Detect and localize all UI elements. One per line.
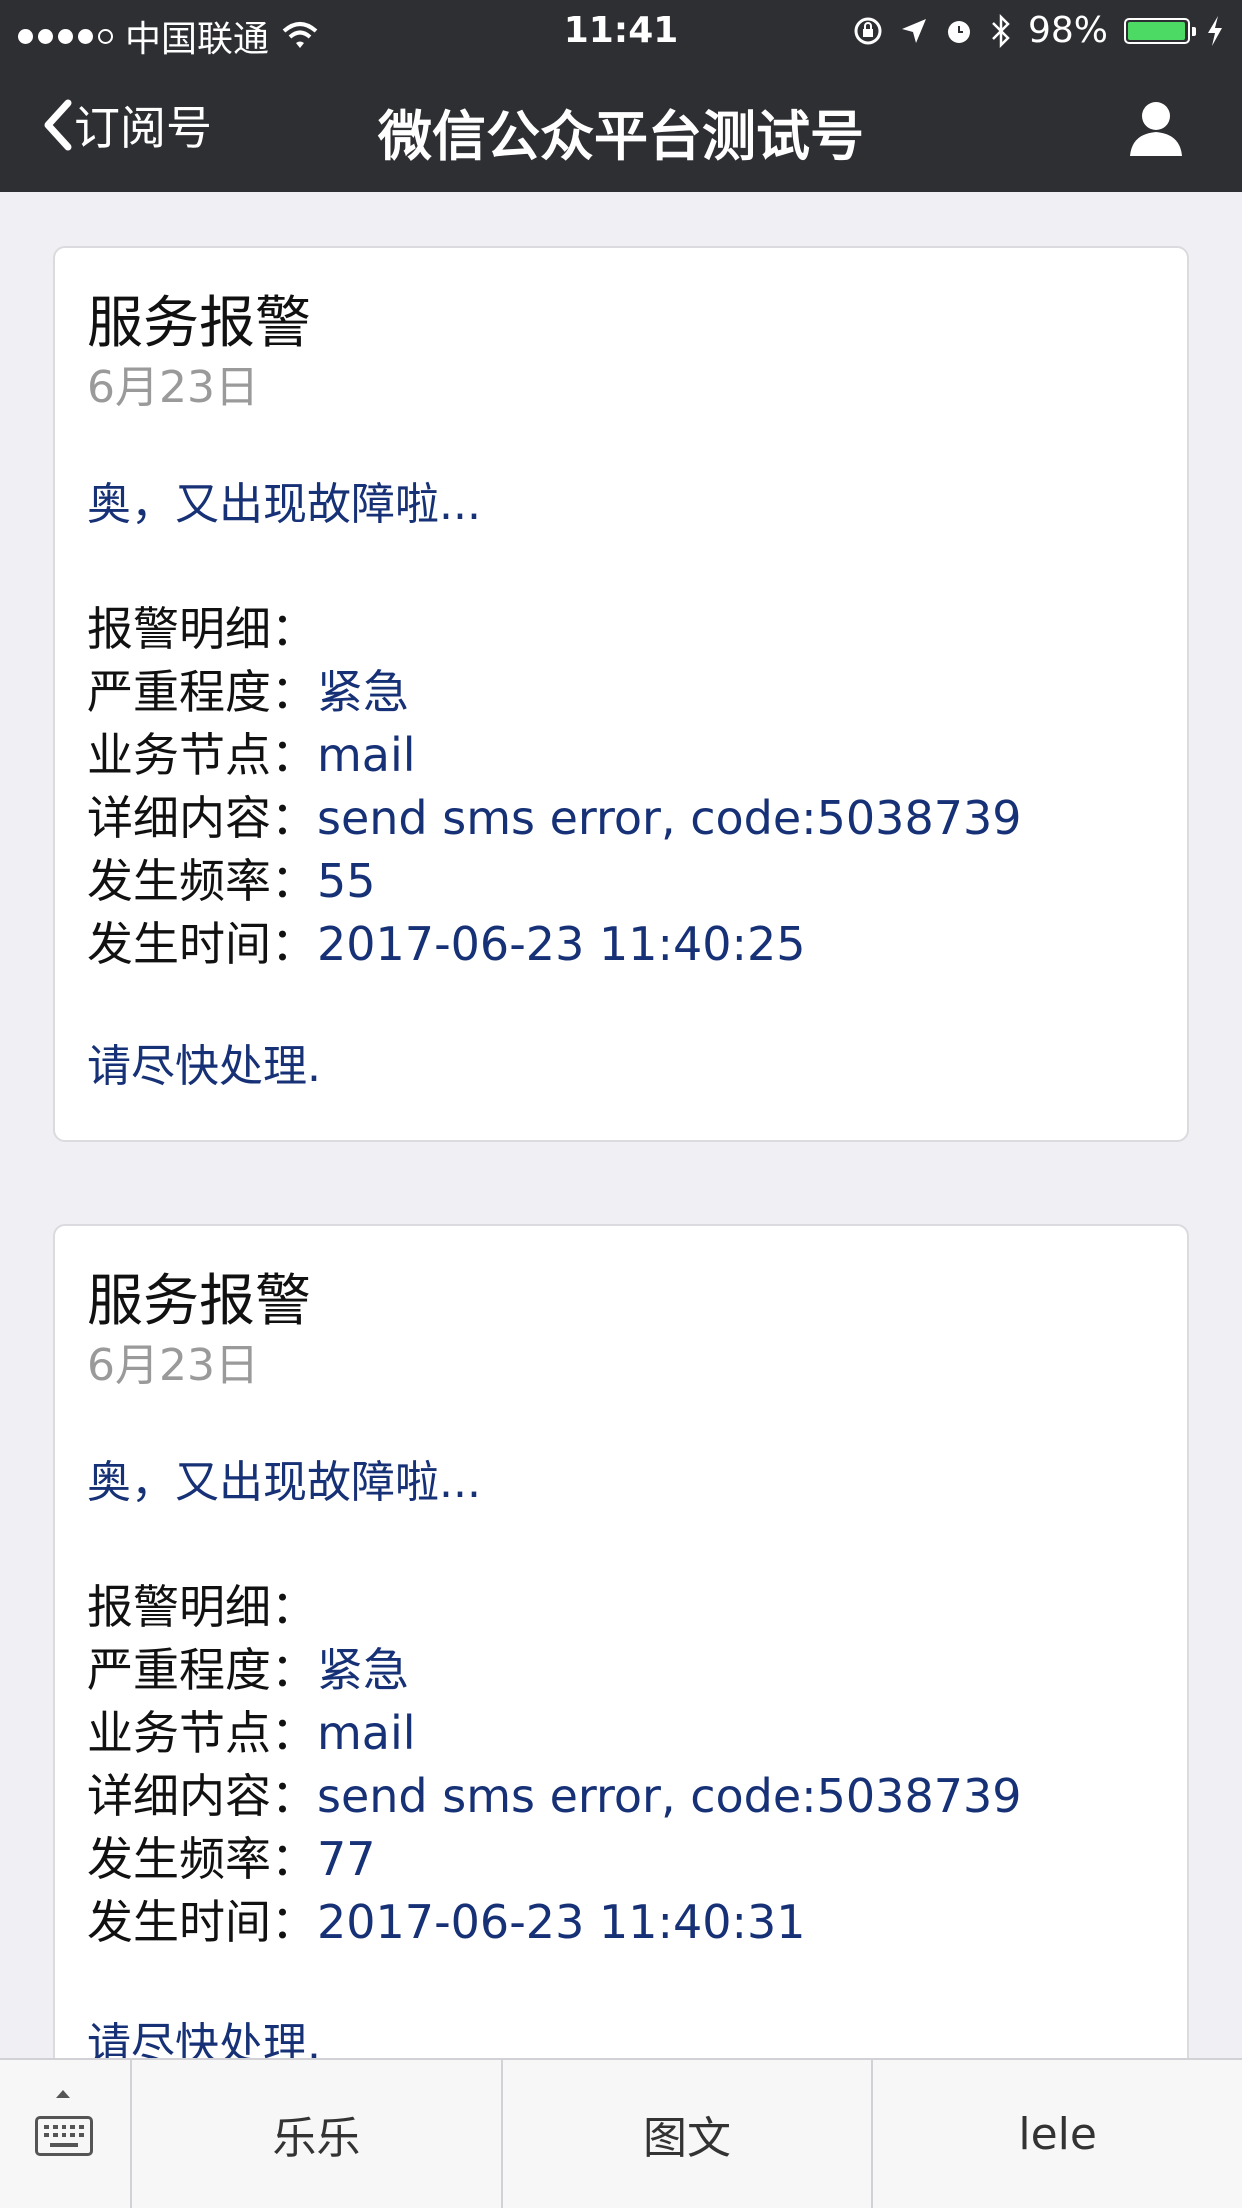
field-value: mail [317, 1706, 416, 1760]
field-node: 业务节点：mail [87, 1702, 1155, 1765]
message-card[interactable]: 服务报警 6月23日 奥，又出现故障啦... 报警明细： 严重程度：紧急 业务节… [53, 1224, 1189, 2058]
rotation-lock-icon [854, 17, 882, 44]
status-bar: 中国联通 11:41 98% [0, 0, 1242, 62]
field-node: 业务节点：mail [87, 724, 1155, 787]
field-label: 业务节点： [87, 1706, 317, 1760]
battery-icon [1124, 17, 1196, 44]
field-severity: 严重程度：紧急 [87, 1639, 1155, 1702]
card-date: 6月23日 [87, 362, 259, 413]
field-value: 2017-06-23 11:40:25 [317, 917, 806, 971]
field-time: 发生时间：2017-06-23 11:40:25 [87, 913, 1155, 976]
page-title: 微信公众平台测试号 [378, 105, 864, 168]
field-time: 发生时间：2017-06-23 11:40:31 [87, 1891, 1155, 1954]
card-first-line: 奥，又出现故障啦... [87, 479, 481, 530]
field-value: 紧急 [317, 665, 409, 719]
battery-level [1128, 21, 1185, 40]
card-remark: 请尽快处理. [87, 2019, 321, 2058]
field-label: 发生时间： [87, 1895, 317, 1949]
field-detail: 详细内容：send sms error, code:5038739 [87, 1765, 1155, 1828]
field-value: 77 [317, 1832, 376, 1886]
menu-item-lele[interactable]: lele [873, 2060, 1242, 2208]
bottom-menu-bar: 乐乐 图文 lele [0, 2058, 1242, 2208]
charging-bolt-icon [1208, 15, 1222, 46]
caret-up-icon [56, 2090, 70, 2098]
field-value: 55 [317, 854, 376, 908]
field-frequency: 发生频率：77 [87, 1828, 1155, 1891]
battery-percent: 98% [1027, 10, 1108, 51]
field-severity: 严重程度：紧急 [87, 661, 1155, 724]
keyboard-toggle-button[interactable] [0, 2060, 132, 2208]
navigation-bar: 订阅号 微信公众平台测试号 [0, 62, 1242, 192]
alarm-icon [947, 20, 970, 43]
card-remark: 请尽快处理. [87, 1041, 321, 1092]
card-date: 6月23日 [87, 1340, 259, 1391]
field-value: send sms error, code:5038739 [317, 1769, 1022, 1823]
status-right: 98% [852, 10, 1224, 51]
field-label: 严重程度： [87, 1643, 317, 1697]
message-card[interactable]: 服务报警 6月23日 奥，又出现故障啦... 报警明细： 严重程度：紧急 业务节… [53, 246, 1189, 1142]
keyboard-icon [35, 2116, 93, 2156]
field-label: 详细内容： [87, 791, 317, 845]
details-label: 报警明细： [87, 1580, 317, 1634]
location-arrow-icon [901, 18, 926, 43]
field-frequency: 发生频率：55 [87, 850, 1155, 913]
field-label: 详细内容： [87, 1769, 317, 1823]
details-label: 报警明细： [87, 602, 317, 656]
message-list[interactable]: 服务报警 6月23日 奥，又出现故障啦... 报警明细： 严重程度：紧急 业务节… [0, 192, 1242, 2058]
card-title: 服务报警 [87, 1269, 311, 1334]
field-label: 严重程度： [87, 665, 317, 719]
profile-icon[interactable] [1126, 98, 1186, 158]
field-detail: 详细内容：send sms error, code:5038739 [87, 787, 1155, 850]
field-value: send sms error, code:5038739 [317, 791, 1022, 845]
field-label: 发生时间： [87, 917, 317, 971]
menu-item-tuwen[interactable]: 图文 [503, 2060, 874, 2208]
menu-item-lele-cn[interactable]: 乐乐 [132, 2060, 503, 2208]
bluetooth-icon [992, 13, 1010, 48]
field-label: 发生频率： [87, 1832, 317, 1886]
card-title: 服务报警 [87, 291, 311, 356]
field-label: 发生频率： [87, 854, 317, 908]
field-value: 紧急 [317, 1643, 409, 1697]
card-first-line: 奥，又出现故障啦... [87, 1457, 481, 1508]
field-value: mail [317, 728, 416, 782]
field-label: 业务节点： [87, 728, 317, 782]
field-value: 2017-06-23 11:40:31 [317, 1895, 806, 1949]
